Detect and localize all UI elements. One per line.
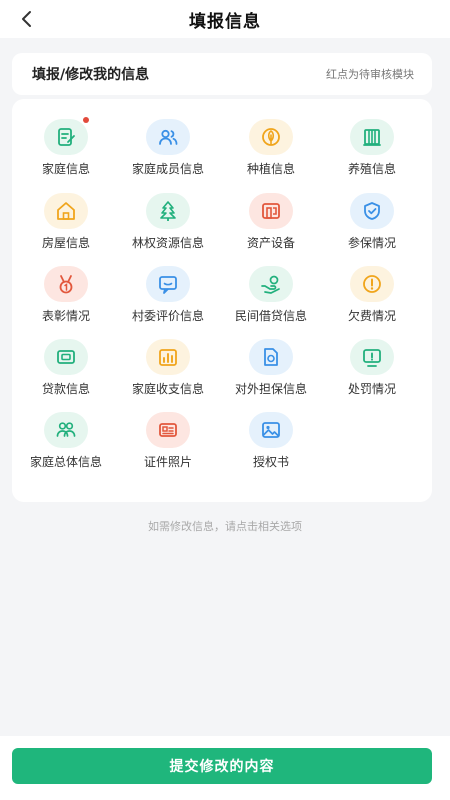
- icon-background: [249, 412, 293, 448]
- comment-icon: [159, 276, 177, 294]
- module-9-button[interactable]: 表彰情况: [12, 246, 112, 323]
- hand-coin-icon: [261, 275, 280, 294]
- module-2-button[interactable]: 家庭成员信息: [114, 99, 214, 176]
- module-19-button[interactable]: 授权书: [217, 392, 317, 469]
- shield-icon: [364, 202, 380, 220]
- image-icon: [262, 422, 280, 438]
- warning-board-icon: [363, 349, 381, 367]
- alert-circle-icon: [363, 275, 381, 293]
- icon-background: [249, 193, 293, 229]
- module-label: 授权书: [252, 455, 289, 469]
- pending-review-dot: [83, 117, 89, 123]
- page-title: 填报信息: [189, 11, 261, 32]
- icon-background: [146, 193, 190, 229]
- hint-text: 如需修改信息，请点击相关选项: [148, 520, 302, 533]
- leaf-icon: [262, 128, 280, 146]
- footer-bar: 提交修改的内容: [0, 736, 450, 800]
- module-1-button[interactable]: 家庭信息: [12, 99, 112, 176]
- chevron-left-icon: [22, 11, 31, 27]
- module-8-button[interactable]: 参保情况: [318, 173, 418, 250]
- guarantee-doc-icon: [264, 348, 278, 366]
- bar-chart-icon: [159, 349, 177, 366]
- module-11-button[interactable]: 民间借贷信息: [217, 246, 317, 323]
- pen-icon: [363, 129, 381, 146]
- house-icon: [57, 202, 75, 220]
- section-note: 红点为待审核模块: [326, 68, 414, 81]
- module-17-button[interactable]: 家庭总体信息: [12, 392, 112, 469]
- medal-icon: [59, 275, 73, 294]
- id-card-icon: [159, 423, 177, 437]
- icon-background: [44, 339, 88, 375]
- module-16-button[interactable]: 处罚情况: [318, 319, 418, 396]
- module-15-button[interactable]: 对外担保信息: [217, 319, 317, 396]
- module-18-button[interactable]: 证件照片: [114, 392, 214, 469]
- info-module-grid: 家庭信息 家庭成员信息 种植信息 养殖信息房屋信息 林权资源信息 资产设备 参保情况表彰情况…: [12, 99, 432, 502]
- icon-background: [249, 339, 293, 375]
- module-6-button[interactable]: 林权资源信息: [114, 173, 214, 250]
- icon-background: [44, 193, 88, 229]
- icon-background: [146, 412, 190, 448]
- back-button[interactable]: [14, 6, 40, 32]
- section-title: 填报/修改我的信息: [32, 67, 150, 83]
- module-14-button[interactable]: 家庭收支信息: [114, 319, 214, 396]
- module-7-button[interactable]: 资产设备: [217, 173, 317, 250]
- family-icon: [56, 422, 76, 437]
- icon-background: [146, 339, 190, 375]
- module-label: 处罚情况: [347, 382, 396, 396]
- icon-background: [249, 266, 293, 302]
- section-header: 填报/修改我的信息 红点为待审核模块: [12, 53, 432, 95]
- module-5-button[interactable]: 房屋信息: [12, 173, 112, 250]
- icon-background: [350, 339, 394, 375]
- icon-background: [350, 119, 394, 155]
- module-label: 证件照片: [143, 455, 192, 469]
- icon-background: [350, 266, 394, 302]
- edit-document-icon: [58, 128, 75, 146]
- submit-button[interactable]: 提交修改的内容: [12, 748, 432, 784]
- users-icon: [159, 129, 178, 145]
- module-label: 家庭总体信息: [29, 455, 102, 469]
- asset-icon: [262, 203, 280, 219]
- icon-background: [146, 266, 190, 302]
- module-4-button[interactable]: 养殖信息: [318, 99, 418, 176]
- module-12-button[interactable]: 欠费情况: [318, 246, 418, 323]
- icon-background: [44, 412, 88, 448]
- module-13-button[interactable]: 贷款信息: [12, 319, 112, 396]
- module-3-button[interactable]: 种植信息: [217, 99, 317, 176]
- icon-background: [44, 266, 88, 302]
- top-bar: 填报信息: [0, 0, 450, 38]
- module-10-button[interactable]: 村委评价信息: [114, 246, 214, 323]
- tree-icon: [160, 201, 176, 221]
- icon-background: [249, 119, 293, 155]
- icon-background: [44, 119, 88, 155]
- icon-background: [350, 193, 394, 229]
- wallet-icon: [57, 350, 75, 364]
- icon-background: [146, 119, 190, 155]
